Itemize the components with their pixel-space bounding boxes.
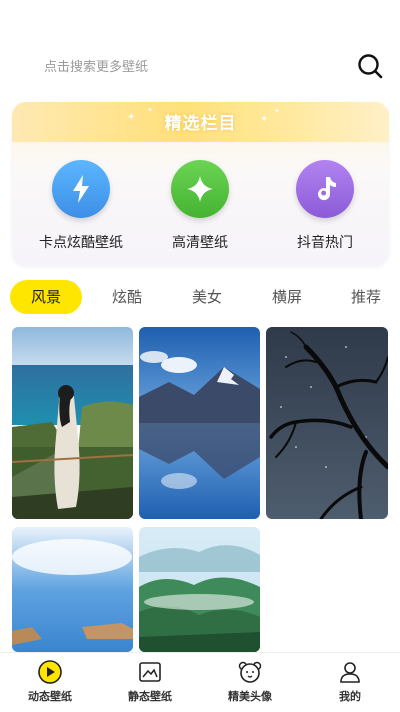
wallpaper-tile[interactable] [266,327,388,519]
search-bar[interactable]: 点击搜索更多壁纸 [0,38,400,90]
lightning-icon [73,175,89,203]
music-note-icon [318,177,336,201]
category-cool-wallpapers[interactable]: 卡点炫酷壁纸 [26,160,136,252]
tab-scenery[interactable]: 风景 [10,280,82,314]
featured-header: ✦ ✦ ✦ ✦ 精选栏目 [12,102,389,142]
category-tabs: 风景 炫酷 美女 横屏 推荐 [0,280,400,314]
tab-landscape[interactable]: 横屏 [252,280,322,314]
misty-mountain-image [139,527,260,652]
sky-coast-image [12,527,133,652]
wallpaper-tile[interactable] [139,527,260,652]
category-label: 抖音热门 [297,235,353,251]
person-icon [340,662,360,683]
wallpaper-tile[interactable] [12,327,133,519]
bear-face-icon [238,661,262,683]
search-icon[interactable] [356,52,384,80]
wallpaper-tile[interactable] [139,327,260,519]
tab-recommended[interactable]: 推荐 [332,280,400,314]
nav-profile[interactable]: 我的 [300,657,400,704]
picture-icon [139,662,161,682]
nav-label: 静态壁纸 [128,690,172,703]
nav-avatars[interactable]: 精美头像 [200,657,300,704]
nav-dynamic-wallpapers[interactable]: 动态壁纸 [0,657,100,704]
tab-cool[interactable]: 炫酷 [92,280,162,314]
nav-label: 我的 [339,690,361,703]
nav-static-wallpapers[interactable]: 静态壁纸 [100,657,200,704]
category-douyin-hot[interactable]: 抖音热门 [270,160,380,252]
featured-title: 精选栏目 [164,114,237,134]
mountain-lake-image [139,327,260,519]
wallpaper-tile[interactable] [12,527,133,652]
night-tree-image [266,327,388,519]
sparkle-icon [187,176,213,202]
category-icon-circle [171,160,229,218]
category-hd-wallpapers[interactable]: 高清壁纸 [145,160,255,252]
category-icon-circle [52,160,110,218]
bottom-navigation: 动态壁纸 静态壁纸 精美头像 我的 [0,652,400,712]
woman-by-sea-image [12,327,133,519]
tab-beauty[interactable]: 美女 [172,280,242,314]
category-label: 卡点炫酷壁纸 [39,235,123,251]
search-input[interactable]: 点击搜索更多壁纸 [44,56,148,75]
nav-label: 精美头像 [228,690,272,703]
category-icon-circle [296,160,354,218]
category-label: 高清壁纸 [172,235,228,251]
nav-label: 动态壁纸 [28,690,72,703]
play-icon [38,660,62,684]
featured-section: ✦ ✦ ✦ ✦ 精选栏目 卡点炫酷壁纸 高清壁纸 抖音热门 [12,102,389,266]
